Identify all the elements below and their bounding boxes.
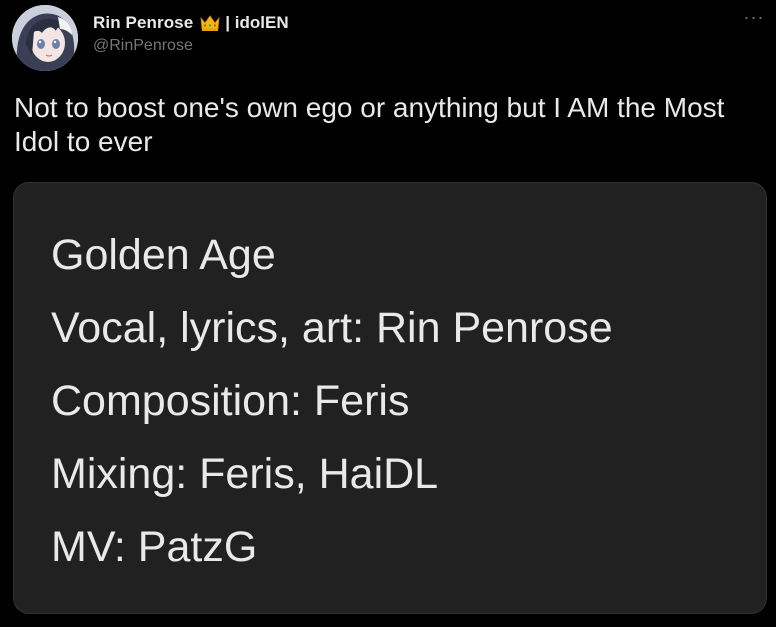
credit-line-composition: Composition: Feris [51, 377, 410, 425]
avatar-image [12, 5, 78, 71]
credits-list: Golden Age Vocal, lyrics, art: Rin Penro… [51, 219, 613, 584]
media-image[interactable]: Golden Age Vocal, lyrics, art: Rin Penro… [13, 182, 767, 614]
credit-line-title: Golden Age [51, 231, 276, 279]
more-options-icon[interactable]: ··· [742, 8, 766, 32]
tweet-header: Rin Penrose | idolEN @RinPenrose [93, 11, 289, 61]
name-suffix: | idolEN [225, 13, 289, 32]
tweet: Rin Penrose | idolEN @RinPenrose ··· Not… [0, 0, 776, 627]
crown-icon [199, 12, 221, 34]
credit-line-vocal: Vocal, lyrics, art: Rin Penrose [51, 304, 613, 352]
name-row: Rin Penrose | idolEN [93, 11, 289, 35]
handle[interactable]: @RinPenrose [93, 37, 289, 55]
tweet-text: Not to boost one's own ego or anything b… [14, 92, 725, 157]
display-name[interactable]: Rin Penrose [93, 13, 193, 33]
credit-line-mixing: Mixing: Feris, HaiDL [51, 450, 439, 498]
avatar[interactable] [12, 5, 78, 71]
credit-line-mv: MV: PatzG [51, 523, 258, 571]
